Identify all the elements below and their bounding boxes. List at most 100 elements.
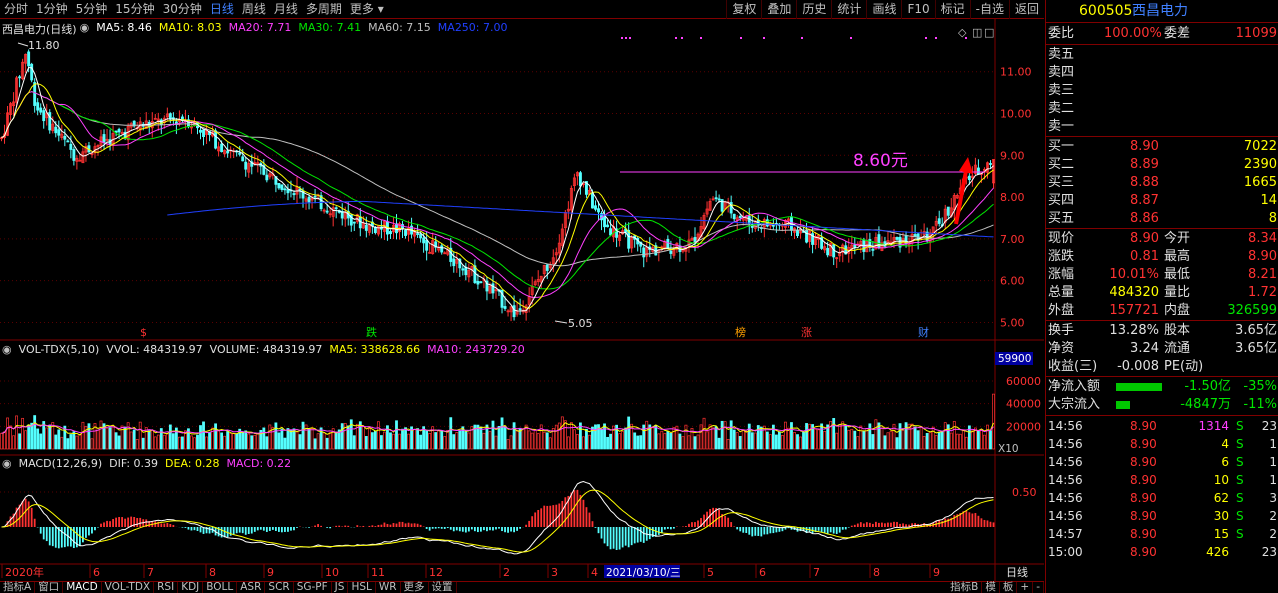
bottom-right-button[interactable]: - xyxy=(1033,582,1044,593)
tab-5min[interactable]: 5分钟 xyxy=(76,2,108,18)
volume-bar xyxy=(569,422,573,450)
candle-body xyxy=(717,198,721,201)
bottom-right-button[interactable]: 模 xyxy=(982,582,1000,593)
volume-bar xyxy=(768,434,772,450)
x-axis-label: 7 xyxy=(147,566,154,579)
volume-tick: 40000 xyxy=(1006,398,1041,411)
settings-icon[interactable]: ◉ xyxy=(80,21,90,37)
kline-chart-canvas[interactable]: 11.00 10.00 9.00 8.00 7.00 6.00 5.00 60000 40000… xyxy=(0,19,1044,581)
volume-tick: 60000 xyxy=(1006,375,1041,388)
tab-15min[interactable]: 15分钟 xyxy=(115,2,154,18)
fund-value: 3.65亿 xyxy=(1235,341,1277,356)
volume-bar xyxy=(560,416,564,450)
ma5-label: MA5: 8.46 xyxy=(96,21,152,34)
volume-bar xyxy=(36,428,40,450)
indicator-tab[interactable]: BOLL xyxy=(203,582,238,593)
f10-button[interactable]: F10 xyxy=(901,0,934,19)
volume-bar xyxy=(883,435,887,450)
overlay-button[interactable]: 叠加 xyxy=(761,0,796,19)
bottom-right-button[interactable]: + xyxy=(1017,582,1034,593)
bid-volume: 8 xyxy=(1268,211,1277,226)
ask-row: 卖三 xyxy=(1046,82,1278,100)
tab-daily[interactable]: 日线 xyxy=(210,2,234,18)
volume-bar xyxy=(286,428,290,450)
volume-bar xyxy=(853,430,857,450)
back-button[interactable]: 返回 xyxy=(1008,0,1044,19)
indicator-tab[interactable]: SG-PF xyxy=(294,582,332,593)
tab-weekly[interactable]: 周线 xyxy=(242,2,266,18)
candle-body xyxy=(609,228,613,236)
x-axis-label: 9 xyxy=(933,566,940,579)
indicator-tab[interactable]: KDJ xyxy=(178,582,204,593)
flow-bar xyxy=(1116,383,1162,391)
candle-body xyxy=(853,244,857,248)
bid-row: 买二 8.89 2390 xyxy=(1046,156,1278,174)
volume-bar xyxy=(301,421,305,450)
volume-bar xyxy=(232,433,236,450)
indicator-tab[interactable]: MACD xyxy=(63,582,102,593)
indicator-tab[interactable]: VOL-TDX xyxy=(102,582,155,593)
x-axis-label: 11 xyxy=(371,566,385,579)
high-price-label: 11.80 xyxy=(28,39,60,52)
history-button[interactable]: 历史 xyxy=(796,0,831,19)
volume-bar xyxy=(87,423,91,450)
remove-watchlist-button[interactable]: -自选 xyxy=(969,0,1009,19)
volume-bar xyxy=(54,434,58,450)
fund-flow-row: 净流入额 -1.50亿 -35% xyxy=(1046,378,1278,396)
volume-bar xyxy=(566,436,570,450)
bid-label: 买三 xyxy=(1048,175,1075,190)
tab-1min[interactable]: 1分钟 xyxy=(36,2,68,18)
indicator-tab[interactable]: 窗口 xyxy=(35,582,64,593)
draw-line-button[interactable]: 画线 xyxy=(866,0,901,19)
indicator-tab[interactable]: SCR xyxy=(265,582,294,593)
tick-count: 23 xyxy=(1261,545,1277,559)
indicator-tab[interactable]: 设置 xyxy=(429,582,457,593)
kline-chart-area[interactable]: 11.00 10.00 9.00 8.00 7.00 6.00 5.00 60000 40000… xyxy=(0,19,1044,593)
statistics-button[interactable]: 统计 xyxy=(831,0,866,19)
volume-bar xyxy=(835,432,839,450)
volume-bar xyxy=(509,435,513,450)
quote-label: 量比 xyxy=(1164,285,1191,300)
tab-more[interactable]: 更多 ▾ xyxy=(350,2,384,18)
volume-bar xyxy=(621,431,625,450)
bid-volume: 2390 xyxy=(1243,157,1277,172)
volume-bar xyxy=(129,431,133,450)
quote-panel: 600505 西昌电力 委比 100.00% 委差 11099 卖五 卖四 卖三 卖二… xyxy=(1045,0,1278,593)
indicator-tab[interactable]: JS xyxy=(332,582,349,593)
volume-bar xyxy=(645,420,649,450)
indicator-tab[interactable]: WR xyxy=(376,582,401,593)
indicator-tab[interactable]: ASR xyxy=(237,582,266,593)
tick-side: S xyxy=(1236,491,1244,505)
ask-row: 卖二 xyxy=(1046,100,1278,118)
bottom-right-button[interactable]: 指标B xyxy=(947,582,983,593)
volume-bar xyxy=(392,433,395,450)
candle-body xyxy=(36,102,40,111)
bid-label: 买五 xyxy=(1048,211,1075,226)
tab-30min[interactable]: 30分钟 xyxy=(163,2,202,18)
volume-bar xyxy=(717,437,721,450)
indicator-tab[interactable]: 指标A xyxy=(0,582,36,593)
mark-button[interactable]: 标记 xyxy=(934,0,970,19)
volume-bar xyxy=(781,435,784,450)
x-axis-label: 2020年 xyxy=(5,565,44,579)
volume-bar xyxy=(865,428,869,450)
macd-settings-icon[interactable]: ◉ xyxy=(2,457,12,473)
volume-bar xyxy=(660,430,664,450)
toolbar-buttons: 复权 叠加 历史 统计 画线 F10 标记 -自选 返回 xyxy=(726,0,1044,19)
volume-bar xyxy=(575,434,579,450)
tab-monthly[interactable]: 月线 xyxy=(274,2,298,18)
tab-multi-period[interactable]: 多周期 xyxy=(306,2,342,18)
fund-label: 换手 xyxy=(1048,323,1075,338)
vol-settings-icon[interactable]: ◉ xyxy=(2,343,12,359)
volume-bar xyxy=(582,436,585,450)
tab-intraday[interactable]: 分时 xyxy=(4,2,28,18)
tick-side: S xyxy=(1236,527,1244,541)
volume-bar xyxy=(171,433,175,450)
flow-label: 净流入额 xyxy=(1048,379,1101,394)
volume-bar xyxy=(515,429,519,450)
bottom-right-button[interactable]: 板 xyxy=(1000,582,1018,593)
indicator-tab[interactable]: RSI xyxy=(154,582,179,593)
indicator-tab[interactable]: HSL xyxy=(348,582,376,593)
indicator-tab[interactable]: 更多 xyxy=(401,582,429,593)
adjust-button[interactable]: 复权 xyxy=(726,0,761,19)
